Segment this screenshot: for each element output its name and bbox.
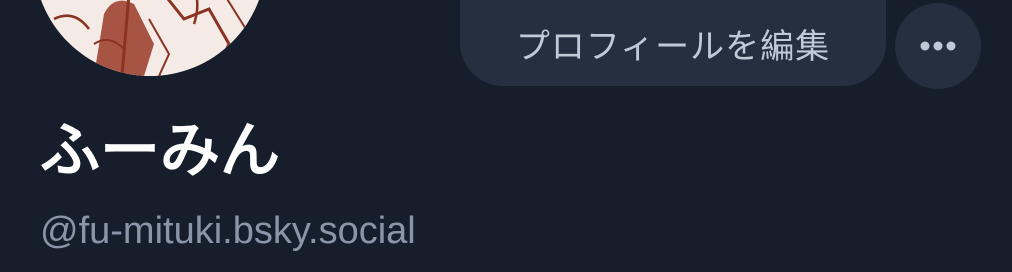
ellipsis-icon xyxy=(920,41,956,51)
display-name: ふーみん xyxy=(40,116,280,186)
profile-header: プロフィールを編集 ふーみん @fu-mituki.bsky.social xyxy=(0,0,1012,272)
edit-profile-button[interactable]: プロフィールを編集 xyxy=(460,0,886,86)
avatar-illustration xyxy=(34,0,266,76)
avatar[interactable] xyxy=(34,0,266,76)
user-handle: @fu-mituki.bsky.social xyxy=(40,210,416,252)
more-options-button[interactable] xyxy=(895,3,981,89)
